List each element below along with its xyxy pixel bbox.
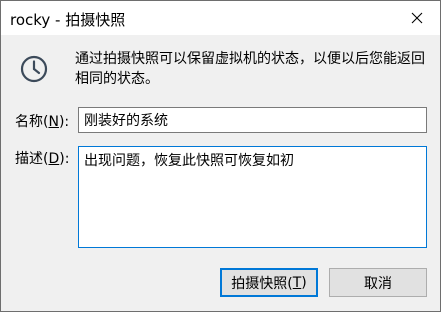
snapshot-dialog: rocky - 拍摄快照 通过拍摄快照可以保留虚拟机的状态，以便以后您能返回相同…	[0, 0, 441, 312]
description-input[interactable]: 出现问题，恢复此快照可恢复如初	[78, 146, 427, 248]
description-label: 描述(D):	[15, 151, 70, 167]
cancel-button[interactable]: 取消	[329, 268, 427, 297]
take-snapshot-button[interactable]: 拍摄快照(T)	[220, 268, 318, 297]
info-text: 通过拍摄快照可以保留虚拟机的状态，以便以后您能返回相同的状态。	[75, 51, 425, 87]
name-label: 名称(N):	[15, 114, 70, 130]
close-button[interactable]	[394, 1, 440, 35]
name-input[interactable]	[78, 107, 427, 133]
window-title: rocky - 拍摄快照	[10, 11, 126, 29]
title-bar: rocky - 拍摄快照	[1, 1, 440, 35]
close-icon	[411, 12, 423, 24]
clock-icon	[20, 55, 48, 83]
